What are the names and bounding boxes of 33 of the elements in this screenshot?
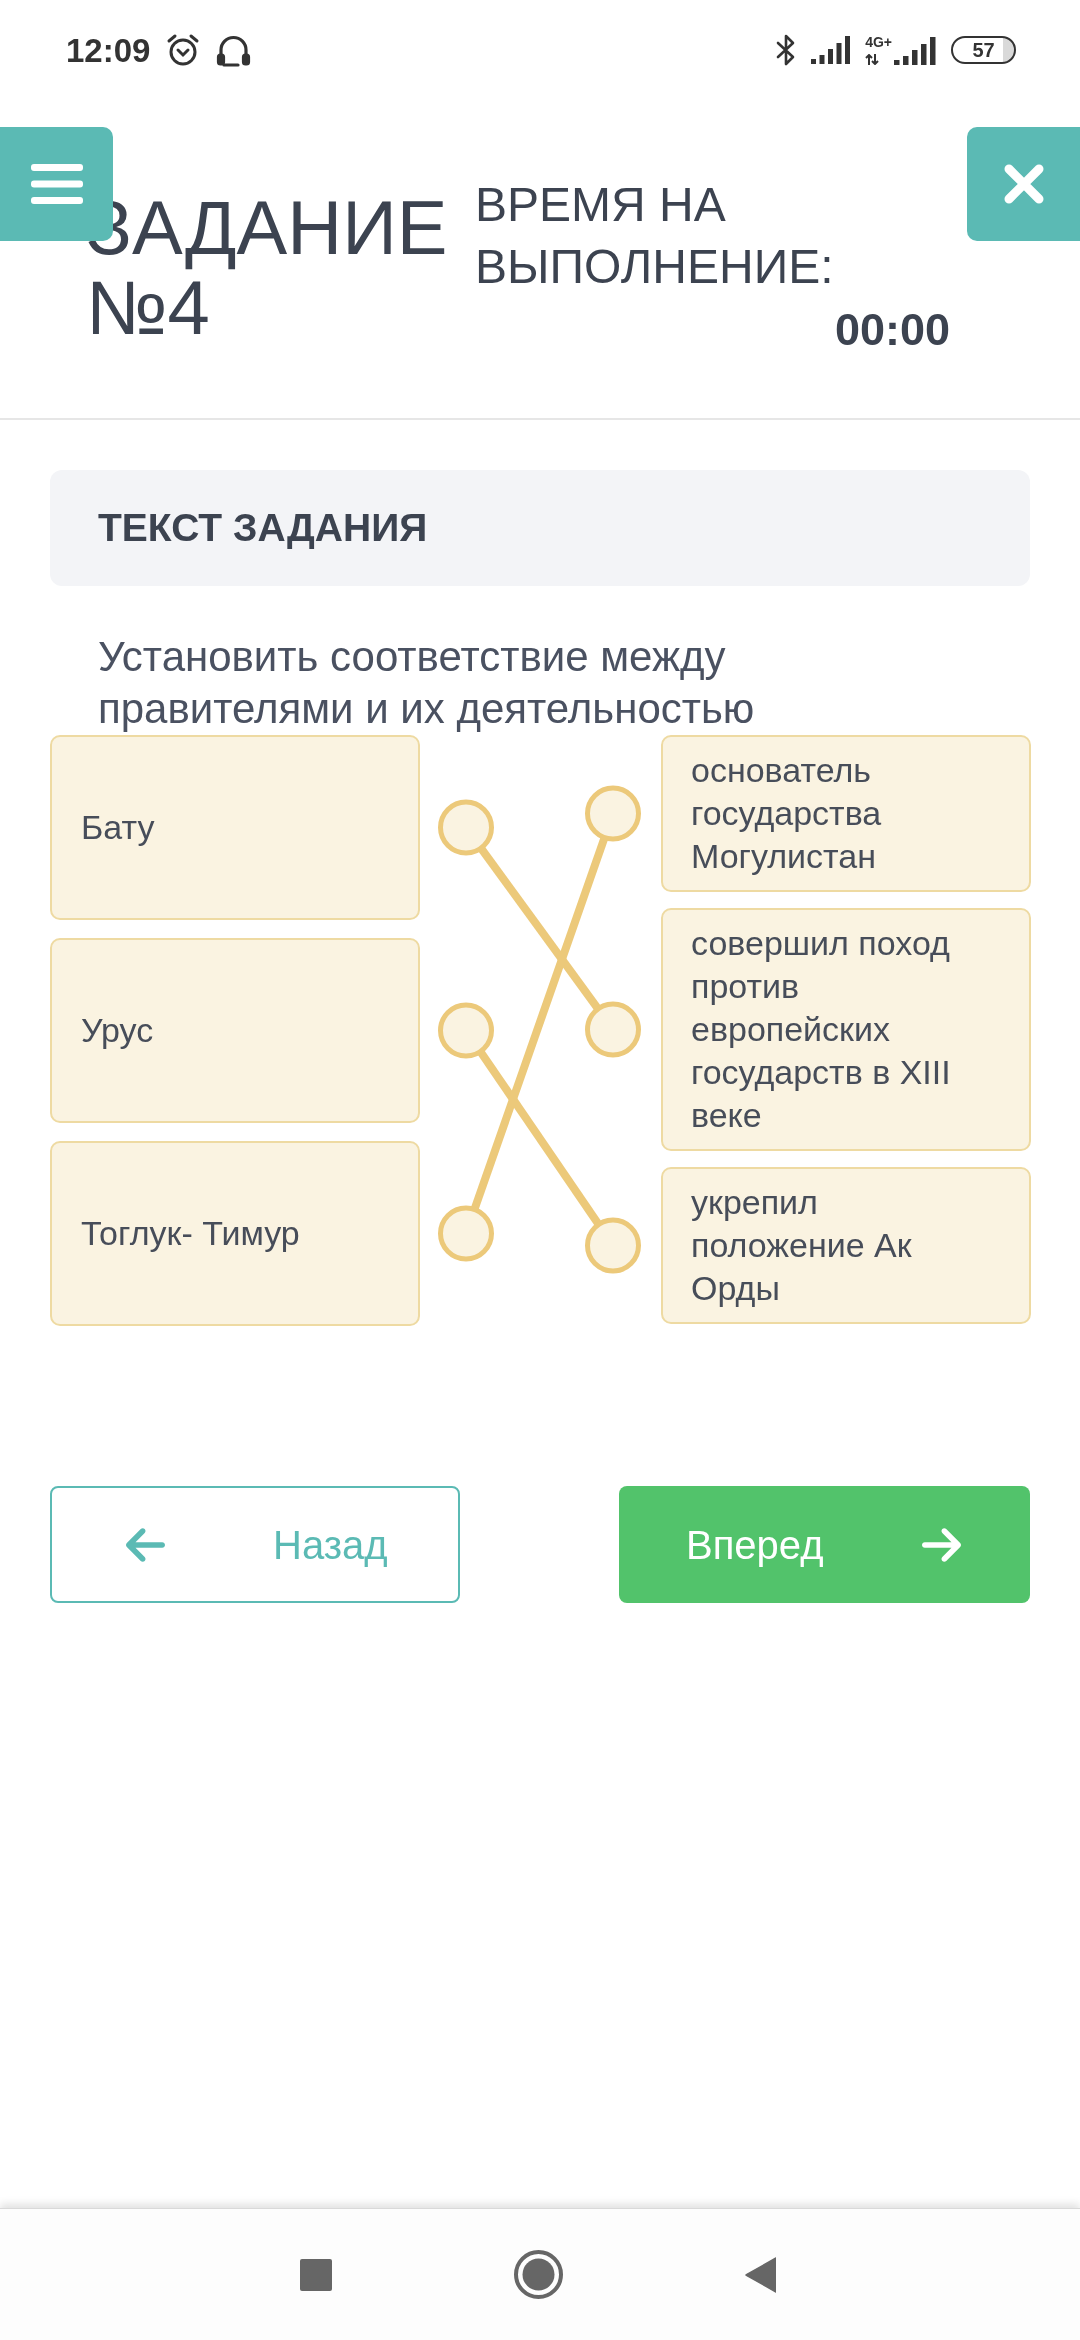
connector-node[interactable] bbox=[585, 785, 641, 842]
battery-indicator: 57 bbox=[951, 36, 1016, 64]
connector-node[interactable] bbox=[585, 1001, 641, 1058]
signal-bars-icon bbox=[894, 37, 937, 65]
data-arrows-icon bbox=[865, 54, 880, 65]
menu-icon bbox=[30, 164, 83, 204]
task-heading: ТЕКСТ ЗАДАНИЯ bbox=[98, 504, 428, 551]
arrow-right-icon bbox=[922, 1527, 961, 1562]
headphones-icon bbox=[216, 33, 252, 67]
close-button[interactable] bbox=[967, 127, 1080, 241]
match-card[interactable]: Тоглук- Тимур bbox=[50, 1141, 420, 1326]
match-card[interactable]: Бату bbox=[50, 735, 420, 920]
status-time: 12:09 bbox=[66, 33, 151, 67]
connector-node[interactable] bbox=[585, 1217, 641, 1274]
home-icon[interactable] bbox=[514, 2250, 563, 2299]
connector-node[interactable] bbox=[438, 1205, 494, 1262]
network-type: 4G+ bbox=[865, 35, 892, 49]
arrow-left-icon bbox=[126, 1527, 165, 1562]
timer-value: 00:00 bbox=[834, 303, 950, 357]
timer-label: ВРЕМЯ НА ВЫПОЛНЕНИЕ: bbox=[475, 177, 835, 295]
task-title: ЗАДАНИЕ №4 bbox=[86, 188, 449, 348]
task-instruction: Установить соответствие между правителями и их деятельностью bbox=[98, 632, 756, 734]
match-card[interactable]: совершил поход против европейских государств в XIII веке bbox=[661, 908, 1031, 1151]
square-icon[interactable] bbox=[300, 2258, 332, 2291]
signal-bars-icon bbox=[811, 36, 852, 64]
match-card[interactable]: укрепил положение Ак Орды bbox=[661, 1167, 1031, 1324]
connector-node[interactable] bbox=[438, 1002, 494, 1059]
match-card[interactable]: Урус bbox=[50, 938, 420, 1123]
match-card[interactable]: основатель государства Могулистан bbox=[661, 735, 1031, 892]
alarm-clock-icon bbox=[166, 33, 201, 67]
back-icon[interactable] bbox=[745, 2256, 776, 2293]
connector-node[interactable] bbox=[438, 799, 494, 856]
close-icon bbox=[1003, 164, 1044, 204]
